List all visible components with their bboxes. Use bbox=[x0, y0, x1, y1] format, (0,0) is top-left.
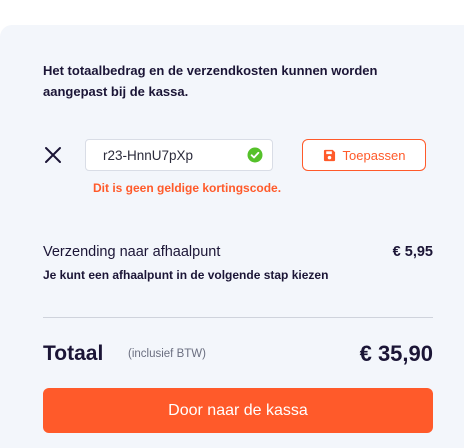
divider bbox=[43, 317, 433, 318]
coupon-error-message: Dit is geen geldige kortingscode. bbox=[93, 181, 282, 195]
total-vat-note: (inclusief BTW) bbox=[128, 348, 206, 360]
check-circle-icon bbox=[247, 147, 263, 163]
close-icon bbox=[45, 147, 61, 163]
checkout-button-label: Door naar de kassa bbox=[168, 401, 308, 419]
shipping-subtitle: Je kunt een afhaalpunt in de volgende st… bbox=[43, 268, 329, 282]
remove-coupon-button[interactable] bbox=[43, 145, 63, 165]
cart-note: Het totaalbedrag en de verzendkosten kun… bbox=[43, 63, 378, 99]
apply-coupon-button[interactable]: Toepassen bbox=[302, 139, 426, 171]
save-icon bbox=[323, 149, 335, 161]
apply-coupon-label: Toepassen bbox=[342, 147, 406, 163]
shipping-price: € 5,95 bbox=[392, 244, 433, 260]
total-price: € 35,90 bbox=[359, 341, 433, 366]
shipping-title: Verzending naar afhaalpunt bbox=[43, 244, 221, 260]
coupon-code-input[interactable] bbox=[103, 140, 243, 170]
coupon-code-field[interactable] bbox=[85, 139, 273, 171]
total-label: Totaal bbox=[43, 342, 104, 365]
checkout-button[interactable]: Door naar de kassa bbox=[43, 388, 433, 433]
